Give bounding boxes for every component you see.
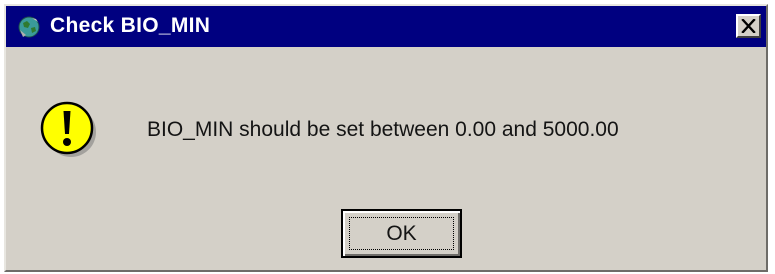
globe-app-icon bbox=[17, 15, 41, 39]
warning-icon bbox=[39, 100, 97, 158]
close-button[interactable] bbox=[736, 14, 761, 38]
ok-button[interactable]: OK bbox=[341, 209, 462, 258]
ok-button-label: OK bbox=[386, 222, 417, 245]
window-title: Check BIO_MIN bbox=[50, 14, 211, 37]
message-dialog: Check BIO_MIN BIO_MIN should be set betw… bbox=[4, 4, 768, 272]
close-icon bbox=[741, 19, 756, 33]
message-text: BIO_MIN should be set between 0.00 and 5… bbox=[147, 118, 619, 141]
title-bar[interactable]: Check BIO_MIN bbox=[6, 6, 766, 47]
